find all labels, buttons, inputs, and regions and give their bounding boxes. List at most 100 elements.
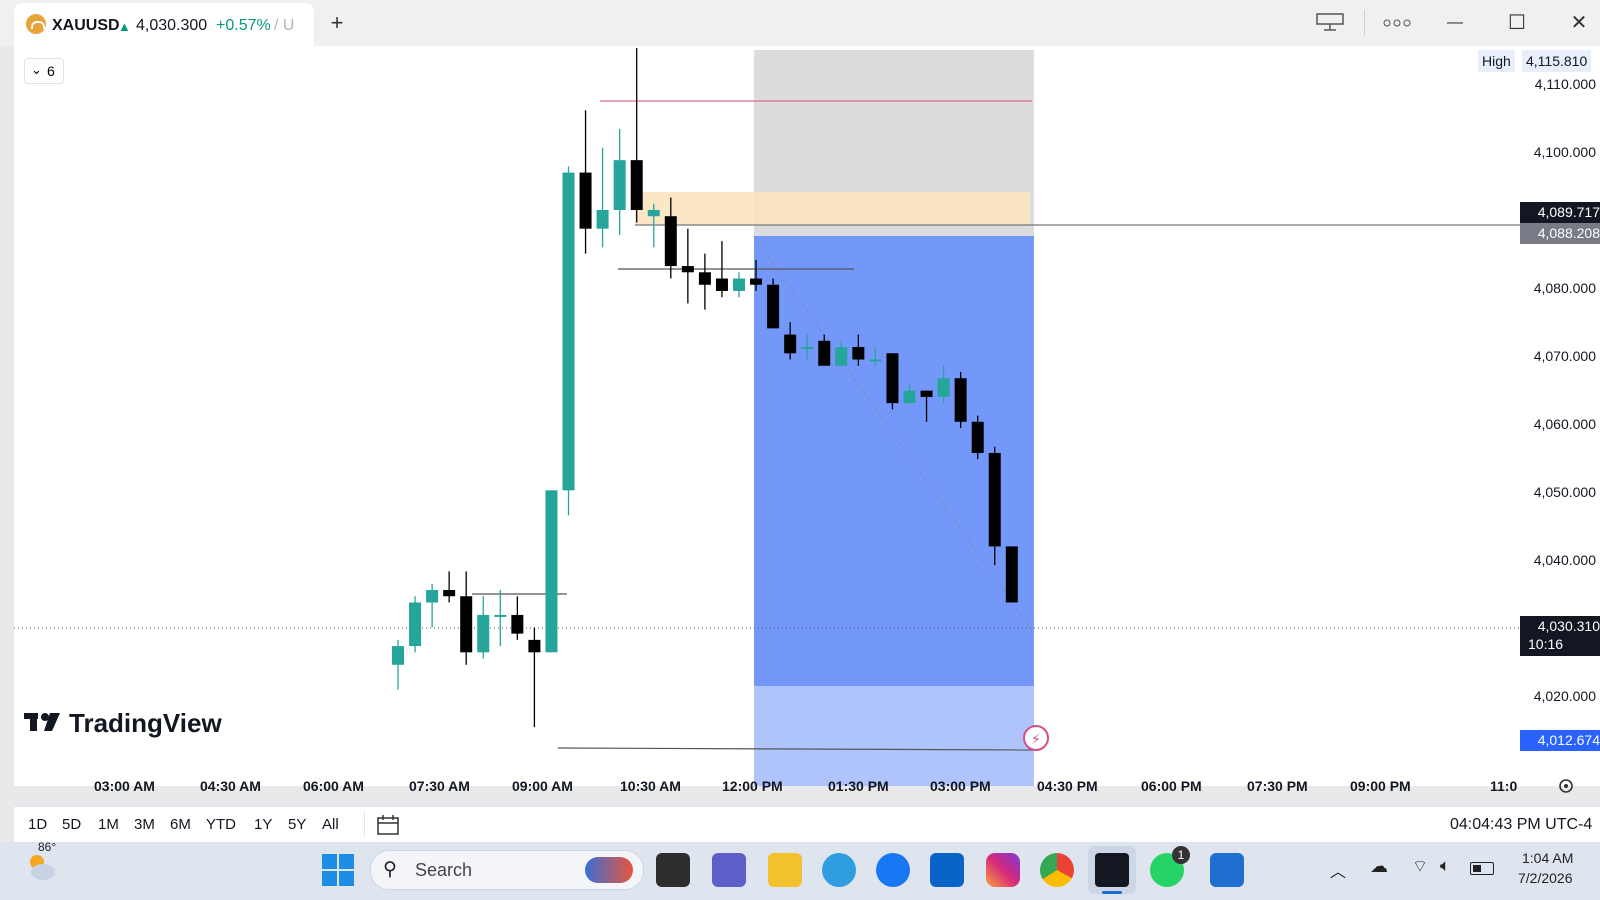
candle-body[interactable] bbox=[460, 596, 473, 653]
candle-body[interactable] bbox=[698, 272, 711, 285]
price-tag-entry: 4,089.717 bbox=[1520, 202, 1600, 223]
time-label: 03:00 AM bbox=[94, 778, 155, 794]
outlook-icon[interactable] bbox=[930, 853, 964, 887]
candle-body[interactable] bbox=[596, 209, 609, 229]
symbol-tab[interactable]: XAUUSD ▲ 4,030.300 +0.57% / U bbox=[14, 3, 314, 46]
candle-body[interactable] bbox=[733, 278, 745, 291]
teams-icon[interactable] bbox=[712, 853, 746, 887]
new-tab-button[interactable]: + bbox=[324, 10, 350, 36]
store-icon[interactable] bbox=[1210, 853, 1244, 887]
candle-body[interactable] bbox=[613, 160, 626, 210]
candle-body[interactable] bbox=[852, 347, 865, 360]
edge-icon[interactable] bbox=[822, 853, 856, 887]
time-label: 04:30 AM bbox=[200, 778, 261, 794]
maximize-button[interactable]: ☐ bbox=[1504, 10, 1530, 36]
up-arrow-icon: ▲ bbox=[118, 19, 131, 34]
candle-body[interactable] bbox=[818, 340, 831, 366]
onedrive-icon[interactable]: ☁ bbox=[1370, 856, 1388, 877]
candle-body[interactable] bbox=[647, 209, 660, 217]
search-icon: ⚲ bbox=[383, 859, 397, 880]
candle-body[interactable] bbox=[715, 278, 728, 291]
candle-body[interactable] bbox=[630, 160, 643, 210]
chevron-down-icon: ⌄ bbox=[31, 62, 42, 77]
symbol-name: XAUUSD bbox=[52, 17, 120, 34]
candle-body[interactable] bbox=[1005, 546, 1018, 603]
entry-zone[interactable] bbox=[635, 192, 1030, 225]
clock-display[interactable]: 04:04:43 PM UTC-4 bbox=[1450, 816, 1592, 834]
candle-body[interactable] bbox=[784, 334, 797, 354]
wifi-icon[interactable]: ⌔ bbox=[1412, 856, 1428, 877]
candle-body[interactable] bbox=[681, 266, 694, 273]
chevron-up-icon[interactable]: ︿ bbox=[1330, 858, 1346, 882]
candle-body[interactable] bbox=[392, 646, 404, 665]
range-5d[interactable]: 5D bbox=[62, 816, 81, 833]
candle-body[interactable] bbox=[409, 602, 422, 647]
candle-body[interactable] bbox=[920, 390, 933, 397]
candle-body[interactable] bbox=[954, 378, 967, 422]
candle-body[interactable] bbox=[477, 614, 490, 653]
candle-body[interactable] bbox=[801, 347, 814, 350]
short-position-zone-lower[interactable] bbox=[754, 686, 1034, 786]
taskbar-time[interactable]: 1:04 AM bbox=[1522, 850, 1573, 866]
tradingview-taskbar-button[interactable] bbox=[1088, 846, 1136, 894]
candle-body[interactable] bbox=[835, 347, 848, 366]
time-label: 11:0 bbox=[1490, 778, 1518, 794]
file-explorer-icon[interactable] bbox=[768, 853, 802, 887]
candle-body[interactable] bbox=[988, 452, 1001, 547]
range-all[interactable]: All bbox=[322, 816, 339, 833]
whatsapp-badge: 1 bbox=[1172, 846, 1190, 864]
more-options-icon[interactable] bbox=[1382, 16, 1412, 28]
task-view-icon[interactable] bbox=[656, 853, 690, 887]
facebook-icon[interactable] bbox=[876, 853, 910, 887]
chrome-icon[interactable] bbox=[1040, 853, 1074, 887]
time-label: 09:00 PM bbox=[1350, 778, 1411, 794]
layout-icon[interactable] bbox=[1316, 13, 1344, 31]
candle-body[interactable] bbox=[562, 172, 575, 491]
time-label: 04:30 PM bbox=[1037, 778, 1098, 794]
close-button[interactable]: ✕ bbox=[1566, 10, 1592, 36]
active-indicator bbox=[1102, 891, 1122, 894]
price-label: 4,110.000 bbox=[1534, 76, 1596, 92]
candle-body[interactable] bbox=[869, 359, 882, 362]
candle-body[interactable] bbox=[579, 172, 592, 229]
battery-icon[interactable] bbox=[1470, 862, 1494, 875]
candle-body[interactable] bbox=[426, 590, 439, 603]
candle-body[interactable] bbox=[511, 614, 524, 634]
candle-body[interactable] bbox=[664, 216, 677, 267]
weather-icon[interactable] bbox=[24, 850, 58, 884]
chart-canvas[interactable]: ⚡ bbox=[14, 46, 1600, 786]
chart-pane[interactable]: ⚡ ⌄ 6 High 4,115.810 4,110.000 4,100.000… bbox=[14, 46, 1600, 786]
candle-body[interactable] bbox=[937, 378, 950, 397]
high-price-tag: High 4,115.810 bbox=[1478, 50, 1600, 72]
candle-body[interactable] bbox=[767, 284, 780, 329]
minimize-button[interactable]: — bbox=[1442, 10, 1468, 36]
candle-body[interactable] bbox=[903, 390, 916, 404]
window-titlebar: XAUUSD ▲ 4,030.300 +0.57% / U + — ☐ ✕ bbox=[0, 0, 1600, 46]
candle-body[interactable] bbox=[545, 490, 558, 653]
candle-body[interactable] bbox=[886, 353, 899, 404]
range-5y[interactable]: 5Y bbox=[288, 816, 306, 833]
range-ytd[interactable]: YTD bbox=[206, 816, 236, 833]
candle-body[interactable] bbox=[528, 639, 541, 653]
date-range-icon[interactable] bbox=[376, 813, 400, 837]
windows-start-icon[interactable] bbox=[322, 854, 354, 886]
settings-gear-icon[interactable] bbox=[1556, 776, 1576, 796]
current-price-tag: 4,030.310 10:16 bbox=[1520, 616, 1600, 656]
candle-body[interactable] bbox=[750, 278, 763, 285]
taskbar-search-box[interactable]: ⚲ Search bbox=[370, 850, 644, 890]
range-3m[interactable]: 3M bbox=[134, 816, 155, 833]
taskbar-date[interactable]: 7/2/2026 bbox=[1518, 870, 1573, 886]
volume-icon[interactable]: 🔈︎ bbox=[1440, 856, 1450, 876]
tradingview-logo: TradingView bbox=[24, 708, 222, 739]
instagram-icon[interactable] bbox=[986, 853, 1020, 887]
candle-body[interactable] bbox=[443, 590, 456, 597]
interval-dropdown[interactable]: ⌄ 6 bbox=[24, 58, 64, 84]
range-1d[interactable]: 1D bbox=[28, 816, 47, 833]
range-1y[interactable]: 1Y bbox=[254, 816, 272, 833]
price-tag-line: 4,088.208 bbox=[1520, 223, 1600, 244]
time-label: 06:00 PM bbox=[1141, 778, 1202, 794]
range-6m[interactable]: 6M bbox=[170, 816, 191, 833]
range-1m[interactable]: 1M bbox=[98, 816, 119, 833]
candle-body[interactable] bbox=[971, 421, 984, 453]
candle-body[interactable] bbox=[494, 614, 507, 617]
